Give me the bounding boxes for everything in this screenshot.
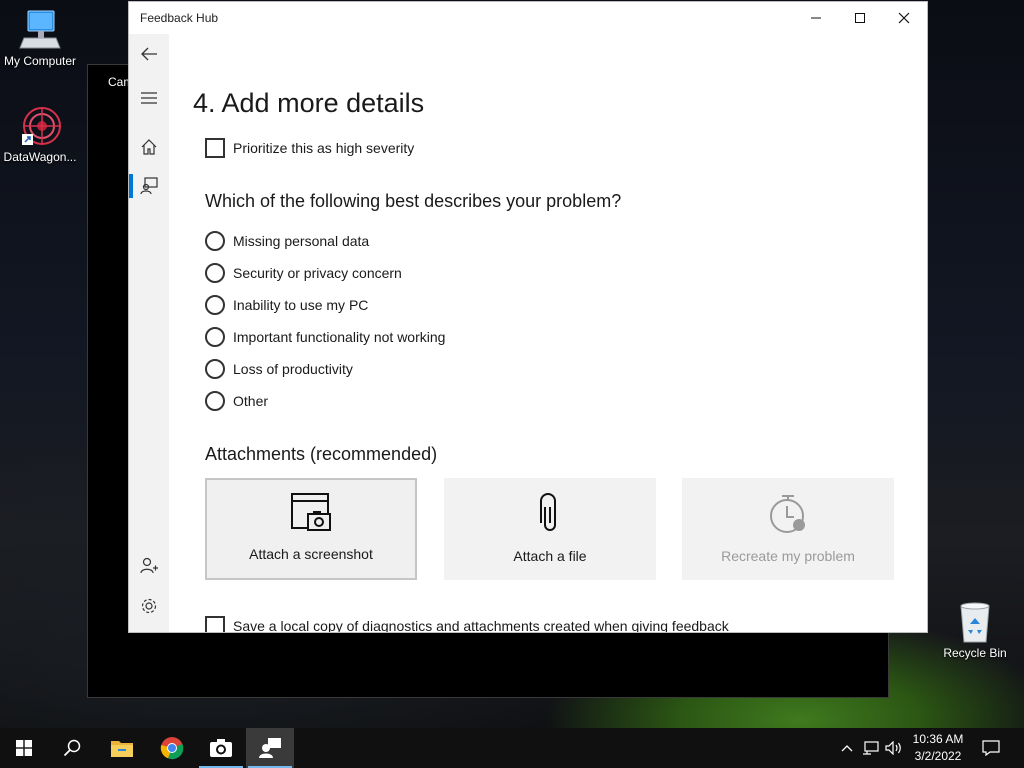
- radio-label: Loss of productivity: [233, 361, 353, 377]
- attachments-heading: Attachments (recommended): [205, 444, 438, 464]
- volume-button[interactable]: [883, 728, 905, 768]
- high-severity-checkbox-row[interactable]: Prioritize this as high severity: [205, 138, 414, 158]
- back-arrow-icon: [141, 47, 157, 61]
- desktop-icon-label: Recycle Bin: [943, 646, 1007, 660]
- taskbar-clock[interactable]: 10:36 AM 3/2/2022: [904, 731, 972, 765]
- paperclip-icon: [528, 492, 572, 536]
- attach-file-button[interactable]: Attach a file: [444, 478, 656, 580]
- start-button[interactable]: [0, 728, 48, 768]
- problem-option-inability[interactable]: Inability to use my PC: [205, 295, 368, 315]
- stopwatch-record-icon: [766, 492, 810, 536]
- hamburger-menu-icon: [141, 92, 157, 104]
- action-center-icon: [982, 740, 1000, 756]
- radio-label: Inability to use my PC: [233, 297, 369, 313]
- back-button[interactable]: [129, 36, 169, 72]
- attach-file-label: Attach a file: [513, 548, 587, 564]
- datawagon-logo-icon: [18, 104, 62, 148]
- minimize-button[interactable]: [793, 2, 839, 34]
- feedback-icon: [140, 177, 158, 195]
- recreate-problem-button[interactable]: Recreate my problem: [682, 478, 894, 580]
- desktop-icon-label: DataWagon...: [3, 150, 77, 164]
- recreate-problem-label: Recreate my problem: [721, 548, 855, 564]
- action-center-button[interactable]: [980, 728, 1002, 768]
- chrome-icon: [160, 737, 184, 760]
- radio-label: Important functionality not working: [233, 329, 446, 345]
- high-severity-label: Prioritize this as high severity: [233, 140, 415, 156]
- file-explorer-icon: [111, 741, 133, 757]
- window-title: Feedback Hub: [140, 11, 219, 25]
- desktop-icon-my-computer[interactable]: My Computer: [0, 8, 80, 68]
- windows-start-icon: [16, 740, 32, 756]
- taskbar: 10:36 AM 3/2/2022: [0, 728, 1024, 768]
- high-severity-checkbox[interactable]: [205, 138, 225, 158]
- problem-option-security[interactable]: Security or privacy concern: [205, 263, 402, 283]
- show-hidden-icons-button[interactable]: [836, 728, 858, 768]
- gear-icon: [141, 598, 157, 614]
- radio-label: Security or privacy concern: [233, 265, 402, 281]
- page-title: 4. Add more details: [193, 88, 425, 118]
- computer-icon: [18, 8, 62, 52]
- camera-icon: [210, 739, 232, 757]
- taskbar-feedback-hub[interactable]: [246, 728, 294, 768]
- problem-question-heading: Which of the following best describes yo…: [205, 191, 622, 211]
- problem-option-functionality[interactable]: Important functionality not working: [205, 327, 445, 347]
- nav-feedback[interactable]: [129, 168, 169, 204]
- screenshot-camera-icon: [289, 490, 333, 534]
- taskbar-camera[interactable]: [197, 728, 245, 768]
- taskbar-chrome[interactable]: [148, 728, 196, 768]
- volume-icon: [885, 741, 901, 755]
- radio-button[interactable]: [205, 391, 225, 411]
- close-button[interactable]: [881, 2, 927, 34]
- radio-button[interactable]: [205, 359, 225, 379]
- save-local-copy-checkbox-row[interactable]: Save a local copy of diagnostics and att…: [205, 616, 729, 633]
- recycle-bin-icon: [953, 600, 997, 644]
- clock-date: 3/2/2022: [914, 749, 962, 763]
- radio-button[interactable]: [205, 295, 225, 315]
- desktop-icon-datawagon[interactable]: DataWagon...: [0, 104, 80, 164]
- attach-screenshot-label: Attach a screenshot: [249, 546, 373, 562]
- radio-label: Other: [233, 393, 269, 409]
- minimize-icon: [811, 17, 821, 19]
- save-local-copy-checkbox[interactable]: [205, 616, 225, 632]
- network-icon: [863, 741, 879, 755]
- desktop-icon-recycle-bin[interactable]: Recycle Bin: [935, 600, 1015, 660]
- attach-screenshot-button[interactable]: Attach a screenshot: [205, 478, 417, 580]
- feedback-hub-icon: [259, 738, 281, 758]
- content-pane: 4. Add more details Prioritize this as h…: [169, 34, 927, 633]
- problem-option-missing-data[interactable]: Missing personal data: [205, 231, 369, 251]
- desktop-icon-label: My Computer: [3, 54, 77, 68]
- add-person-icon: [140, 557, 158, 574]
- chevron-up-icon: [841, 745, 853, 752]
- maximize-icon: [855, 13, 865, 23]
- radio-button[interactable]: [205, 231, 225, 251]
- radio-button[interactable]: [205, 327, 225, 347]
- search-icon: [63, 739, 81, 757]
- radio-label: Missing personal data: [233, 233, 370, 249]
- nav-home[interactable]: [129, 129, 169, 165]
- problem-option-productivity[interactable]: Loss of productivity: [205, 359, 353, 379]
- home-icon: [141, 139, 157, 155]
- maximize-button[interactable]: [837, 2, 883, 34]
- radio-button[interactable]: [205, 263, 225, 283]
- search-button[interactable]: [48, 728, 96, 768]
- clock-time: 10:36 AM: [912, 732, 964, 746]
- nav-settings[interactable]: [129, 588, 169, 624]
- save-local-copy-label: Save a local copy of diagnostics and att…: [233, 618, 729, 633]
- problem-option-other[interactable]: Other: [205, 391, 268, 411]
- navigation-pane: [129, 34, 169, 632]
- network-button[interactable]: [860, 728, 882, 768]
- close-icon: [898, 12, 910, 24]
- nav-add-account[interactable]: [129, 548, 169, 584]
- menu-button[interactable]: [129, 80, 169, 116]
- title-bar[interactable]: Feedback Hub: [129, 2, 927, 34]
- feedback-hub-window: Feedback Hub 4. Add more details Priorit…: [128, 1, 928, 633]
- taskbar-file-explorer[interactable]: [98, 728, 146, 768]
